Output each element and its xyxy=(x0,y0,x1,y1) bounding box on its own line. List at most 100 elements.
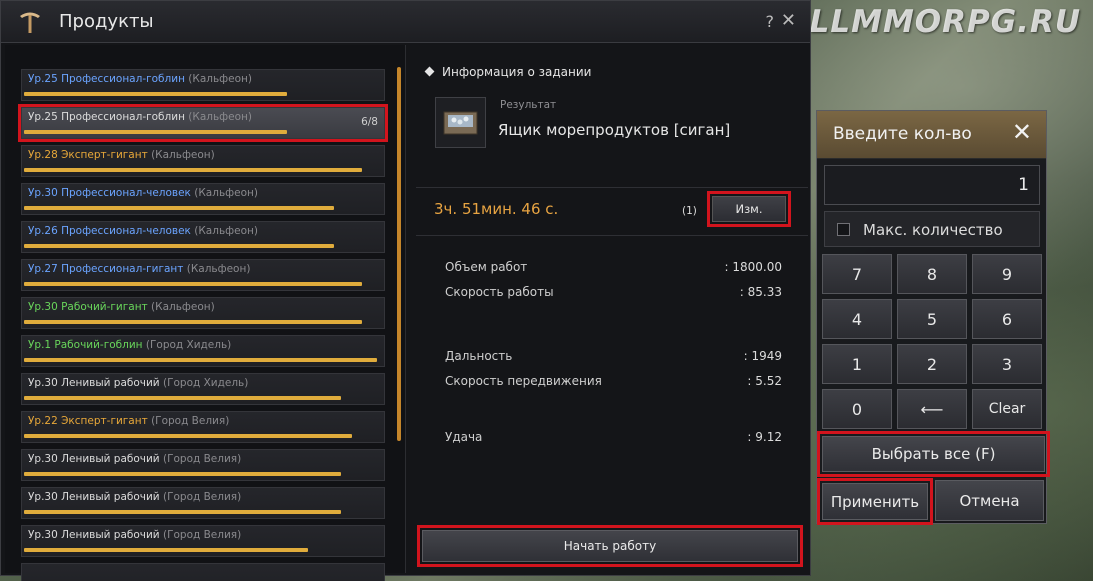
stat-value-distance: : 1949 xyxy=(743,349,782,363)
worker-row[interactable]: Ур.22 Эксперт-гигант (Город Велия) xyxy=(21,411,385,443)
numpad-key-6[interactable]: 6 xyxy=(972,299,1042,339)
worker-level-name: Ур.22 Эксперт-гигант xyxy=(28,415,148,427)
stamina-bar xyxy=(24,130,287,134)
worker-name: Ур.30 Ленивый рабочий (Город Велия) xyxy=(28,491,241,503)
close-icon[interactable]: ✕ xyxy=(1012,120,1032,144)
numpad-key-8[interactable]: 8 xyxy=(897,254,967,294)
worker-row[interactable]: Ур.26 Профессионал-человек (Кальфеон) xyxy=(21,221,385,253)
worker-name: Ур.30 Ленивый рабочий (Город Хидель) xyxy=(28,377,248,389)
apply-label: Применить xyxy=(822,483,928,520)
worker-location: (Город Хидель) xyxy=(145,339,232,351)
numpad-key-5[interactable]: 5 xyxy=(897,299,967,339)
stat-label-move-speed: Скорость передвижения xyxy=(445,374,602,388)
site-watermark: ALLMMORPG.RU xyxy=(784,4,1081,40)
worker-location: (Город Велия) xyxy=(162,453,242,465)
worker-location: (Город Хидель) xyxy=(162,377,249,389)
stamina-bar xyxy=(24,396,341,400)
cancel-label: Отмена xyxy=(935,480,1044,521)
worker-name: Ур.30 Рабочий-гигант (Кальфеон) xyxy=(28,301,215,313)
stat-label-work-speed: Скорость работы xyxy=(445,285,554,299)
worker-level-name: Ур.30 Профессионал-человек xyxy=(28,187,191,199)
worker-row[interactable]: Ур.28 Эксперт-гигант (Кальфеон) xyxy=(21,145,385,177)
numpad-key-0[interactable]: 0 xyxy=(822,389,892,429)
worker-level-name: Ур.30 Рабочий-гигант xyxy=(28,301,148,313)
worker-row[interactable]: Ур.30 Рабочий-гигант (Кальфеон) xyxy=(21,297,385,329)
cancel-button[interactable]: Отмена xyxy=(933,478,1046,523)
stamina-bar xyxy=(24,510,341,514)
worker-row[interactable]: Ур.30 Профессионал-человек (Кальфеон) xyxy=(21,183,385,215)
worker-level-name: Ур.30 Ленивый рабочий xyxy=(28,453,160,465)
pickaxe-icon xyxy=(20,12,40,33)
worker-list[interactable]: Ур.25 Профессионал-гоблин (Кальфеон) Ур.2… xyxy=(5,45,406,581)
stamina-bar xyxy=(24,282,362,286)
max-quantity-checkbox[interactable] xyxy=(837,223,850,236)
task-info-title: Информация о задании xyxy=(442,65,592,79)
worker-location: (Кальфеон) xyxy=(186,263,251,275)
worker-location: (Кальфеон) xyxy=(151,149,215,161)
work-timer: 3ч. 51мин. 46 с. xyxy=(434,200,559,218)
clear-key[interactable]: Clear xyxy=(972,389,1042,429)
stamina-bar xyxy=(24,320,362,324)
stat-label-luck: Удача xyxy=(445,430,483,444)
stat-label-work-volume: Объем работ xyxy=(445,260,528,274)
window-title: Продукты xyxy=(59,11,154,32)
stamina-bar xyxy=(24,92,287,96)
close-button[interactable]: ✕ xyxy=(781,10,796,31)
result-item-slot[interactable] xyxy=(435,97,486,148)
divider xyxy=(416,187,808,188)
worker-task-count: 6/8 xyxy=(361,116,378,128)
seafood-crate-icon xyxy=(443,111,478,135)
worker-location: (Город Велия) xyxy=(162,529,242,541)
worker-location: (Город Велия) xyxy=(151,415,230,427)
quantity-dialog: Введите кол-во ✕ Макс. количество 7 8 9 … xyxy=(816,110,1050,525)
quantity-input[interactable] xyxy=(824,165,1040,205)
divider xyxy=(416,235,808,236)
quantity-dialog-header[interactable]: Введите кол-во ✕ xyxy=(817,111,1046,159)
worker-row[interactable]: Ур.27 Профессионал-гигант (Кальфеон) xyxy=(21,259,385,291)
max-quantity-label: Макс. количество xyxy=(863,221,1003,239)
worker-name: Ур.22 Эксперт-гигант (Город Велия) xyxy=(28,415,229,427)
worker-level-name: Ур.30 Ленивый рабочий xyxy=(28,491,160,503)
worker-location: (Кальфеон) xyxy=(188,111,252,123)
numpad-key-7[interactable]: 7 xyxy=(822,254,892,294)
worker-row[interactable]: Ур.30 Ленивый рабочий (Город Хидель) xyxy=(21,373,385,405)
diamond-icon xyxy=(424,66,435,77)
worker-name: Ур.30 Ленивый рабочий (Город Велия) xyxy=(28,453,241,465)
stat-label-distance: Дальность xyxy=(445,349,513,363)
stat-value-work-speed: : 85.33 xyxy=(739,285,782,299)
worker-level-name: Ур.25 Профессионал-гоблин xyxy=(28,111,185,123)
numpad-key-3[interactable]: 3 xyxy=(972,344,1042,384)
task-info-panel: Информация о задании Результат Ящик море… xyxy=(408,45,810,573)
numpad-key-2[interactable]: 2 xyxy=(897,344,967,384)
worker-row[interactable]: Ур.25 Профессионал-гоблин (Кальфеон) xyxy=(21,69,385,101)
change-quantity-button[interactable]: Изм. xyxy=(707,191,791,227)
numpad-key-1[interactable]: 1 xyxy=(822,344,892,384)
select-all-button[interactable]: Выбрать все (F) xyxy=(817,431,1050,477)
worker-row[interactable]: Ур.25 Профессионал-гоблин (Кальфеон) 6/8 xyxy=(18,104,388,142)
worker-row[interactable] xyxy=(21,563,385,581)
help-button[interactable]: ? xyxy=(766,12,775,31)
worker-name: Ур.1 Рабочий-гоблин (Город Хидель) xyxy=(28,339,231,351)
scrollbar[interactable] xyxy=(397,67,401,441)
worker-row[interactable]: Ур.30 Ленивый рабочий (Город Велия) xyxy=(21,525,385,557)
numpad-key-4[interactable]: 4 xyxy=(822,299,892,339)
numpad-key-9[interactable]: 9 xyxy=(972,254,1042,294)
worker-row[interactable]: Ур.30 Ленивый рабочий (Город Велия) xyxy=(21,449,385,481)
backspace-key[interactable]: ⟵ xyxy=(897,389,967,429)
start-work-button[interactable]: Начать работу xyxy=(417,525,803,567)
worker-level-name: Ур.1 Рабочий-гоблин xyxy=(28,339,143,351)
title-bar[interactable]: Продукты ? ✕ xyxy=(1,1,810,43)
worker-row[interactable]: Ур.30 Ленивый рабочий (Город Велия) xyxy=(21,487,385,519)
start-work-label: Начать работу xyxy=(422,530,798,562)
apply-button[interactable]: Применить xyxy=(817,478,933,525)
worker-level-name: Ур.28 Эксперт-гигант xyxy=(28,149,148,161)
worker-location: (Кальфеон) xyxy=(151,301,215,313)
max-quantity-checkbox-row[interactable]: Макс. количество xyxy=(824,211,1040,247)
products-window: Продукты ? ✕ Ур.25 Профессионал-гоблин (… xyxy=(0,0,811,581)
worker-name: Ур.30 Ленивый рабочий (Город Велия) xyxy=(28,529,241,541)
worker-row[interactable]: Ур.1 Рабочий-гоблин (Город Хидель) xyxy=(21,335,385,367)
worker-name: Ур.30 Профессионал-человек (Кальфеон) xyxy=(28,187,258,199)
stamina-bar xyxy=(24,472,341,476)
stamina-bar xyxy=(24,244,334,248)
worker-location: (Кальфеон) xyxy=(194,225,258,237)
